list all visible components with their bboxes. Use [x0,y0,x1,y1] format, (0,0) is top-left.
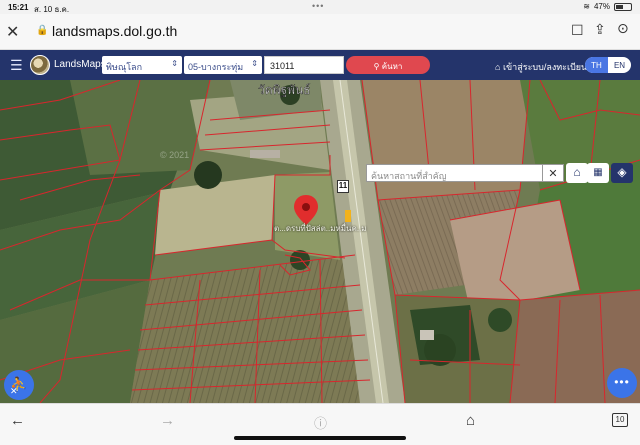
lock-icon: 🔒 [36,25,49,36]
more-dots-icon: ••• [614,375,630,389]
updown-chevron-icon: ⇕ [251,59,258,68]
district-select-value: 05-บางกระทุ่ม [188,62,244,72]
browser-url-bar: ✕ 🔒 landsmaps.dol.go.th ☐ ⇪ ⊙ [0,14,640,50]
multitask-dots[interactable]: ••• [312,1,324,11]
street-view-button[interactable]: ⛹ [4,370,34,400]
fab-close-icon[interactable]: ✕ [10,386,18,397]
district-select[interactable]: 05-บางกระทุ่ม ⇕ [184,56,262,74]
landsmaps-header: ☰ LandsMaps พิษณุโลก ⇕ 05-บางกระทุ่ม ⇕ 3… [0,50,640,80]
updown-chevron-icon: ⇕ [171,59,178,68]
back-arrow-icon[interactable]: ← [10,412,25,429]
login-label: เข้าสู่ระบบ/ลงทะเบียน [502,62,588,72]
hamburger-menu-icon[interactable]: ☰ [10,57,23,74]
brand-name: LandsMaps [54,59,106,70]
road-number-shield: 11 [337,180,349,193]
user-lock-icon: ⌂ [495,62,501,72]
more-menu-button[interactable]: ••• [607,368,637,398]
satellite-map[interactable]: วัดพิฐพันธ์ © 2021 ค้นหาสถานที่สำคัญ ✕ ⌂… [0,80,640,403]
battery-icon [614,2,632,11]
home-icon[interactable]: ⌂ [466,412,475,429]
search-button-label: ค้นหา [381,62,403,71]
tabs-count-button[interactable]: 10 [612,413,628,427]
grid-tool-button[interactable]: ▦ [587,163,609,183]
parcel-number-input[interactable]: 31011 [264,56,344,74]
department-logo-icon [30,55,50,75]
wifi-icon: ≋ [583,2,590,11]
layers-icon: ◈ [617,165,627,179]
status-battery-percent: 47% [593,2,610,11]
more-options-icon[interactable]: ⊙ [617,20,629,37]
status-time: 15:21 [8,3,29,12]
place-search-input[interactable]: ค้นหาสถานที่สำคัญ [366,164,564,182]
lang-en-button[interactable]: EN [608,57,631,73]
screen: 15:21 ส. 10 ธ.ค. ••• ≋ 47% ✕ 🔒 landsmaps… [0,0,640,445]
close-icon[interactable]: ✕ [6,22,19,42]
reader-info-icon[interactable]: ⓘ [314,413,327,432]
pin-location-label: ต...ดรบที่ปัสล่ต..มหมื่นค..ม [274,224,367,233]
imagery-watermark: © 2021 [160,150,189,160]
layers-button[interactable]: ◈ [611,163,633,183]
forward-arrow-icon[interactable]: → [160,412,175,429]
share-icon[interactable]: ⇪ [594,21,606,38]
map-imagery: วัดพิฐพันธ์ © 2021 [0,80,640,403]
bookmark-icon[interactable]: ☐ [571,22,584,39]
home-icon: ⌂ [573,165,581,179]
province-select[interactable]: พิษณุโลก ⇕ [102,56,182,74]
grid-icon: ▦ [593,167,603,178]
home-view-button[interactable]: ⌂ [566,163,588,183]
place-name-label: วัดพิฐพันธ์ [258,83,311,97]
lang-th-button[interactable]: TH [585,57,608,73]
url-domain[interactable]: landsmaps.dol.go.th [52,23,177,39]
language-toggle[interactable]: TH EN [585,57,631,73]
search-button[interactable]: ⚲ ค้นหา [346,56,430,74]
province-select-value: พิษณุโลก [106,62,143,72]
status-right: ≋ 47% [583,2,632,11]
home-indicator[interactable] [234,436,406,440]
ios-status-bar: 15:21 ส. 10 ธ.ค. ••• ≋ 47% [0,0,640,14]
place-search-clear-button[interactable]: ✕ [542,164,564,182]
search-icon: ⚲ [373,62,380,71]
login-link[interactable]: ⌂ เข้าสู่ระบบ/ลงทะเบียน [495,60,587,74]
